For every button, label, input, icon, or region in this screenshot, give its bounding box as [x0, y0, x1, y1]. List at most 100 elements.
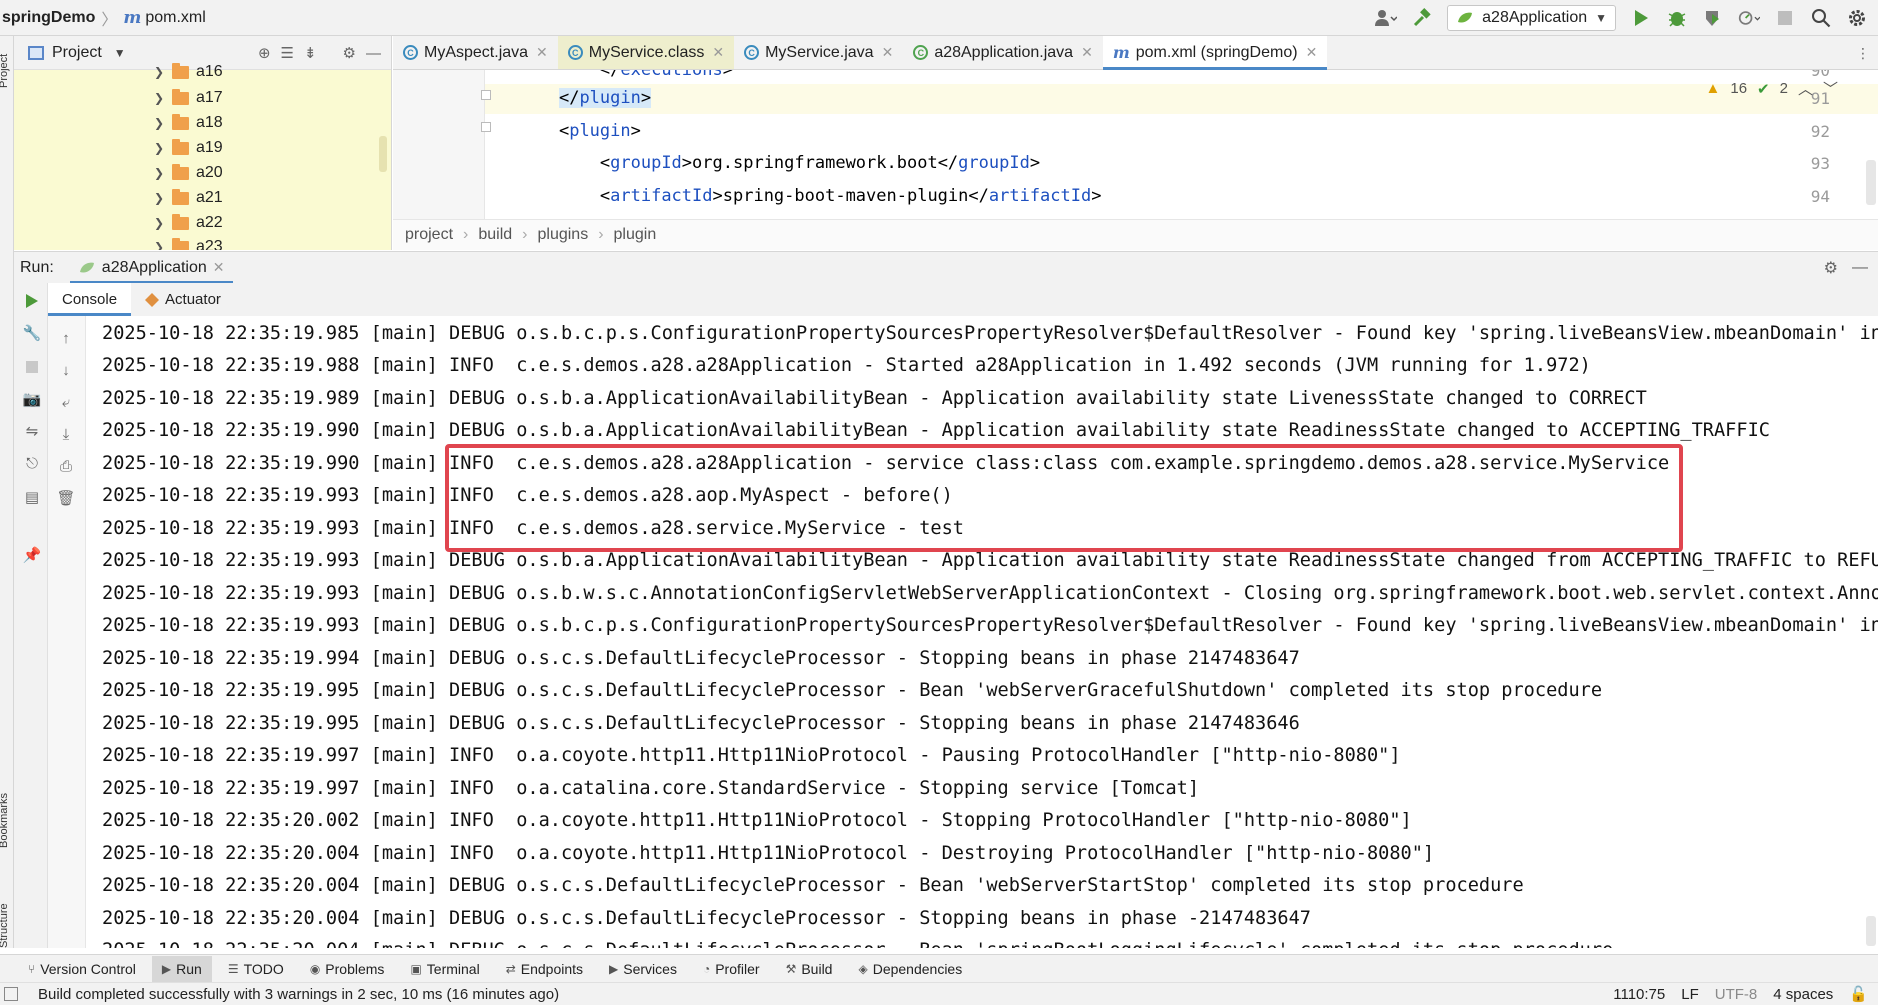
run-tab-a28application[interactable]: a28Application ✕ [69, 252, 233, 284]
coverage-icon[interactable] [1702, 7, 1724, 29]
chevron-right-icon[interactable]: ❯ [154, 240, 164, 250]
expand-all-icon[interactable]: ☰ [281, 44, 294, 62]
more-tabs-icon[interactable]: ⋮ [1856, 36, 1870, 70]
hide-icon[interactable]: — [1852, 259, 1868, 277]
chevron-right-icon[interactable]: ❯ [154, 65, 164, 79]
scroll-to-end-icon[interactable]: ⤓ [56, 424, 76, 444]
chevron-right-icon[interactable]: ❯ [154, 216, 164, 230]
tree-item[interactable]: ❯ a19 [154, 136, 223, 160]
tab-pom-xml[interactable]: m pom.xml (springDemo) ✕ [1102, 36, 1328, 70]
soft-wrap-icon[interactable]: ⤶ [56, 392, 76, 412]
tab-dependencies[interactable]: ◈ Dependencies [848, 956, 972, 982]
chevron-right-icon[interactable]: ❯ [154, 166, 164, 180]
arrow-up-icon[interactable]: ↑ [56, 328, 76, 348]
tab-services[interactable]: ▶ Services [599, 956, 687, 982]
chevron-down-icon[interactable]: ▼ [114, 46, 126, 60]
caret-position[interactable]: 1110:75 [1613, 986, 1665, 1003]
print-icon[interactable]: ⎙ [56, 456, 76, 476]
code-editor[interactable]: 90 91 92 93 94 </executions> </plugin> <… [393, 70, 1878, 219]
file-encoding[interactable]: UTF-8 [1715, 986, 1758, 1003]
arrow-down-icon[interactable]: ↓ [56, 360, 76, 380]
inspection-widget[interactable]: ▲ 16 ✔ 2 ︿ ﹀ [1706, 78, 1839, 99]
tree-scrollbar[interactable] [379, 136, 387, 172]
restore-layout-icon[interactable]: ⇋ [22, 421, 42, 441]
search-icon[interactable] [1810, 7, 1832, 29]
tab-run[interactable]: ▶ Run [151, 955, 212, 982]
run-configuration-selector[interactable]: a28Application ▼ [1447, 5, 1616, 31]
tree-item[interactable]: ❯ a18 [154, 111, 223, 135]
lock-icon[interactable]: 🔓 [1849, 985, 1868, 1003]
close-icon[interactable]: ✕ [1306, 44, 1318, 61]
chevron-right-icon[interactable]: ❯ [154, 141, 164, 155]
status-message[interactable]: Build completed successfully with 3 warn… [38, 986, 559, 1003]
tab-version-control[interactable]: ⑂ Version Control [18, 956, 146, 982]
tab-a28application-java[interactable]: C a28Application.java ✕ [903, 36, 1103, 69]
run-icon[interactable] [1630, 7, 1652, 29]
rerun-icon[interactable] [22, 291, 42, 311]
build-hammer-icon[interactable] [1411, 7, 1433, 29]
tab-problems[interactable]: ◉ Problems [300, 956, 395, 982]
tree-item[interactable]: ❯ a20 [154, 161, 223, 185]
tree-item[interactable]: ❯ a17 [154, 86, 223, 110]
breadcrumb-item[interactable]: plugins [538, 226, 589, 244]
fold-marker-icon[interactable] [481, 122, 491, 132]
chevron-up-icon[interactable]: ︿ [1798, 78, 1813, 99]
tree-item[interactable]: ❯ a16 [154, 60, 223, 84]
breadcrumb-project[interactable]: springDemo [2, 9, 95, 27]
tab-build[interactable]: ⚒ Build [776, 956, 843, 982]
stop-icon[interactable] [22, 357, 42, 377]
gear-icon[interactable]: ⚙ [343, 44, 356, 62]
locate-icon[interactable]: ⊕ [258, 44, 271, 62]
editor-scrollbar[interactable] [1866, 160, 1876, 205]
tab-profiler[interactable]: ◔ Profiler [693, 956, 770, 982]
trash-icon[interactable]: 🗑 [56, 488, 76, 508]
line-separator[interactable]: LF [1681, 986, 1699, 1003]
close-icon[interactable]: ✕ [1081, 44, 1093, 61]
layout-icon[interactable]: ▤ [22, 487, 42, 507]
camera-icon[interactable]: 📷 [22, 389, 42, 409]
close-icon[interactable]: ✕ [712, 44, 724, 61]
tab-todo[interactable]: ☰ TODO [218, 956, 294, 982]
console-output[interactable]: 2025-10-18 22:35:19.985 [main] DEBUG o.s… [86, 316, 1878, 948]
breadcrumb-item[interactable]: plugin [614, 226, 657, 244]
tab-myservice-class[interactable]: C MyService.class ✕ [557, 36, 735, 69]
breadcrumb-item[interactable]: build [478, 226, 512, 244]
breadcrumb-file[interactable]: pom.xml [145, 9, 205, 27]
gear-icon[interactable]: ⚙ [1824, 258, 1838, 278]
settings-icon[interactable] [1846, 7, 1868, 29]
indent-setting[interactable]: 4 spaces [1773, 986, 1833, 1003]
bookmarks-tool-label[interactable]: Bookmarks [0, 793, 10, 848]
close-icon[interactable]: ✕ [536, 44, 548, 61]
chevron-right-icon[interactable]: ❯ [154, 116, 164, 130]
tree-item[interactable]: ❯ a21 [154, 186, 223, 210]
chevron-right-icon[interactable]: ❯ [154, 91, 164, 105]
project-tool-label[interactable]: Project [0, 54, 10, 88]
wrench-icon[interactable]: 🔧 [22, 323, 42, 343]
structure-tool-label[interactable]: Structure [0, 903, 10, 948]
tab-myservice-java[interactable]: C MyService.java ✕ [734, 36, 903, 69]
console-scrollbar[interactable] [1866, 916, 1876, 946]
tree-item[interactable]: ❯ a22 [154, 211, 223, 235]
collapse-all-icon[interactable]: ⇟ [304, 44, 317, 62]
tab-actuator[interactable]: Actuator [131, 283, 235, 316]
tab-endpoints[interactable]: ⇄ Endpoints [496, 956, 593, 982]
user-icon[interactable] [1375, 7, 1398, 29]
stop-icon[interactable] [1774, 7, 1796, 29]
close-icon[interactable]: ✕ [882, 44, 894, 61]
tab-myaspect-java[interactable]: C MyAspect.java ✕ [393, 36, 558, 69]
chevron-right-icon[interactable]: ❯ [154, 191, 164, 205]
debug-icon[interactable] [1666, 7, 1688, 29]
project-panel-title[interactable]: Project [52, 44, 102, 62]
close-icon[interactable]: ✕ [213, 259, 225, 276]
tab-console[interactable]: Console [48, 283, 132, 316]
tab-terminal[interactable]: ▣ Terminal [400, 956, 489, 982]
window-icon[interactable] [4, 987, 18, 1001]
tree-item[interactable]: ❯ a23 [154, 235, 223, 250]
exit-icon[interactable]: ⎋ [22, 453, 42, 473]
pin-icon[interactable]: 📌 [22, 545, 42, 565]
chevron-down-icon[interactable]: ﹀ [1823, 78, 1838, 99]
fold-marker-icon[interactable] [481, 90, 491, 100]
profile-icon[interactable] [1738, 7, 1760, 29]
breadcrumb-item[interactable]: project [405, 226, 453, 244]
hide-icon[interactable]: — [366, 45, 381, 62]
